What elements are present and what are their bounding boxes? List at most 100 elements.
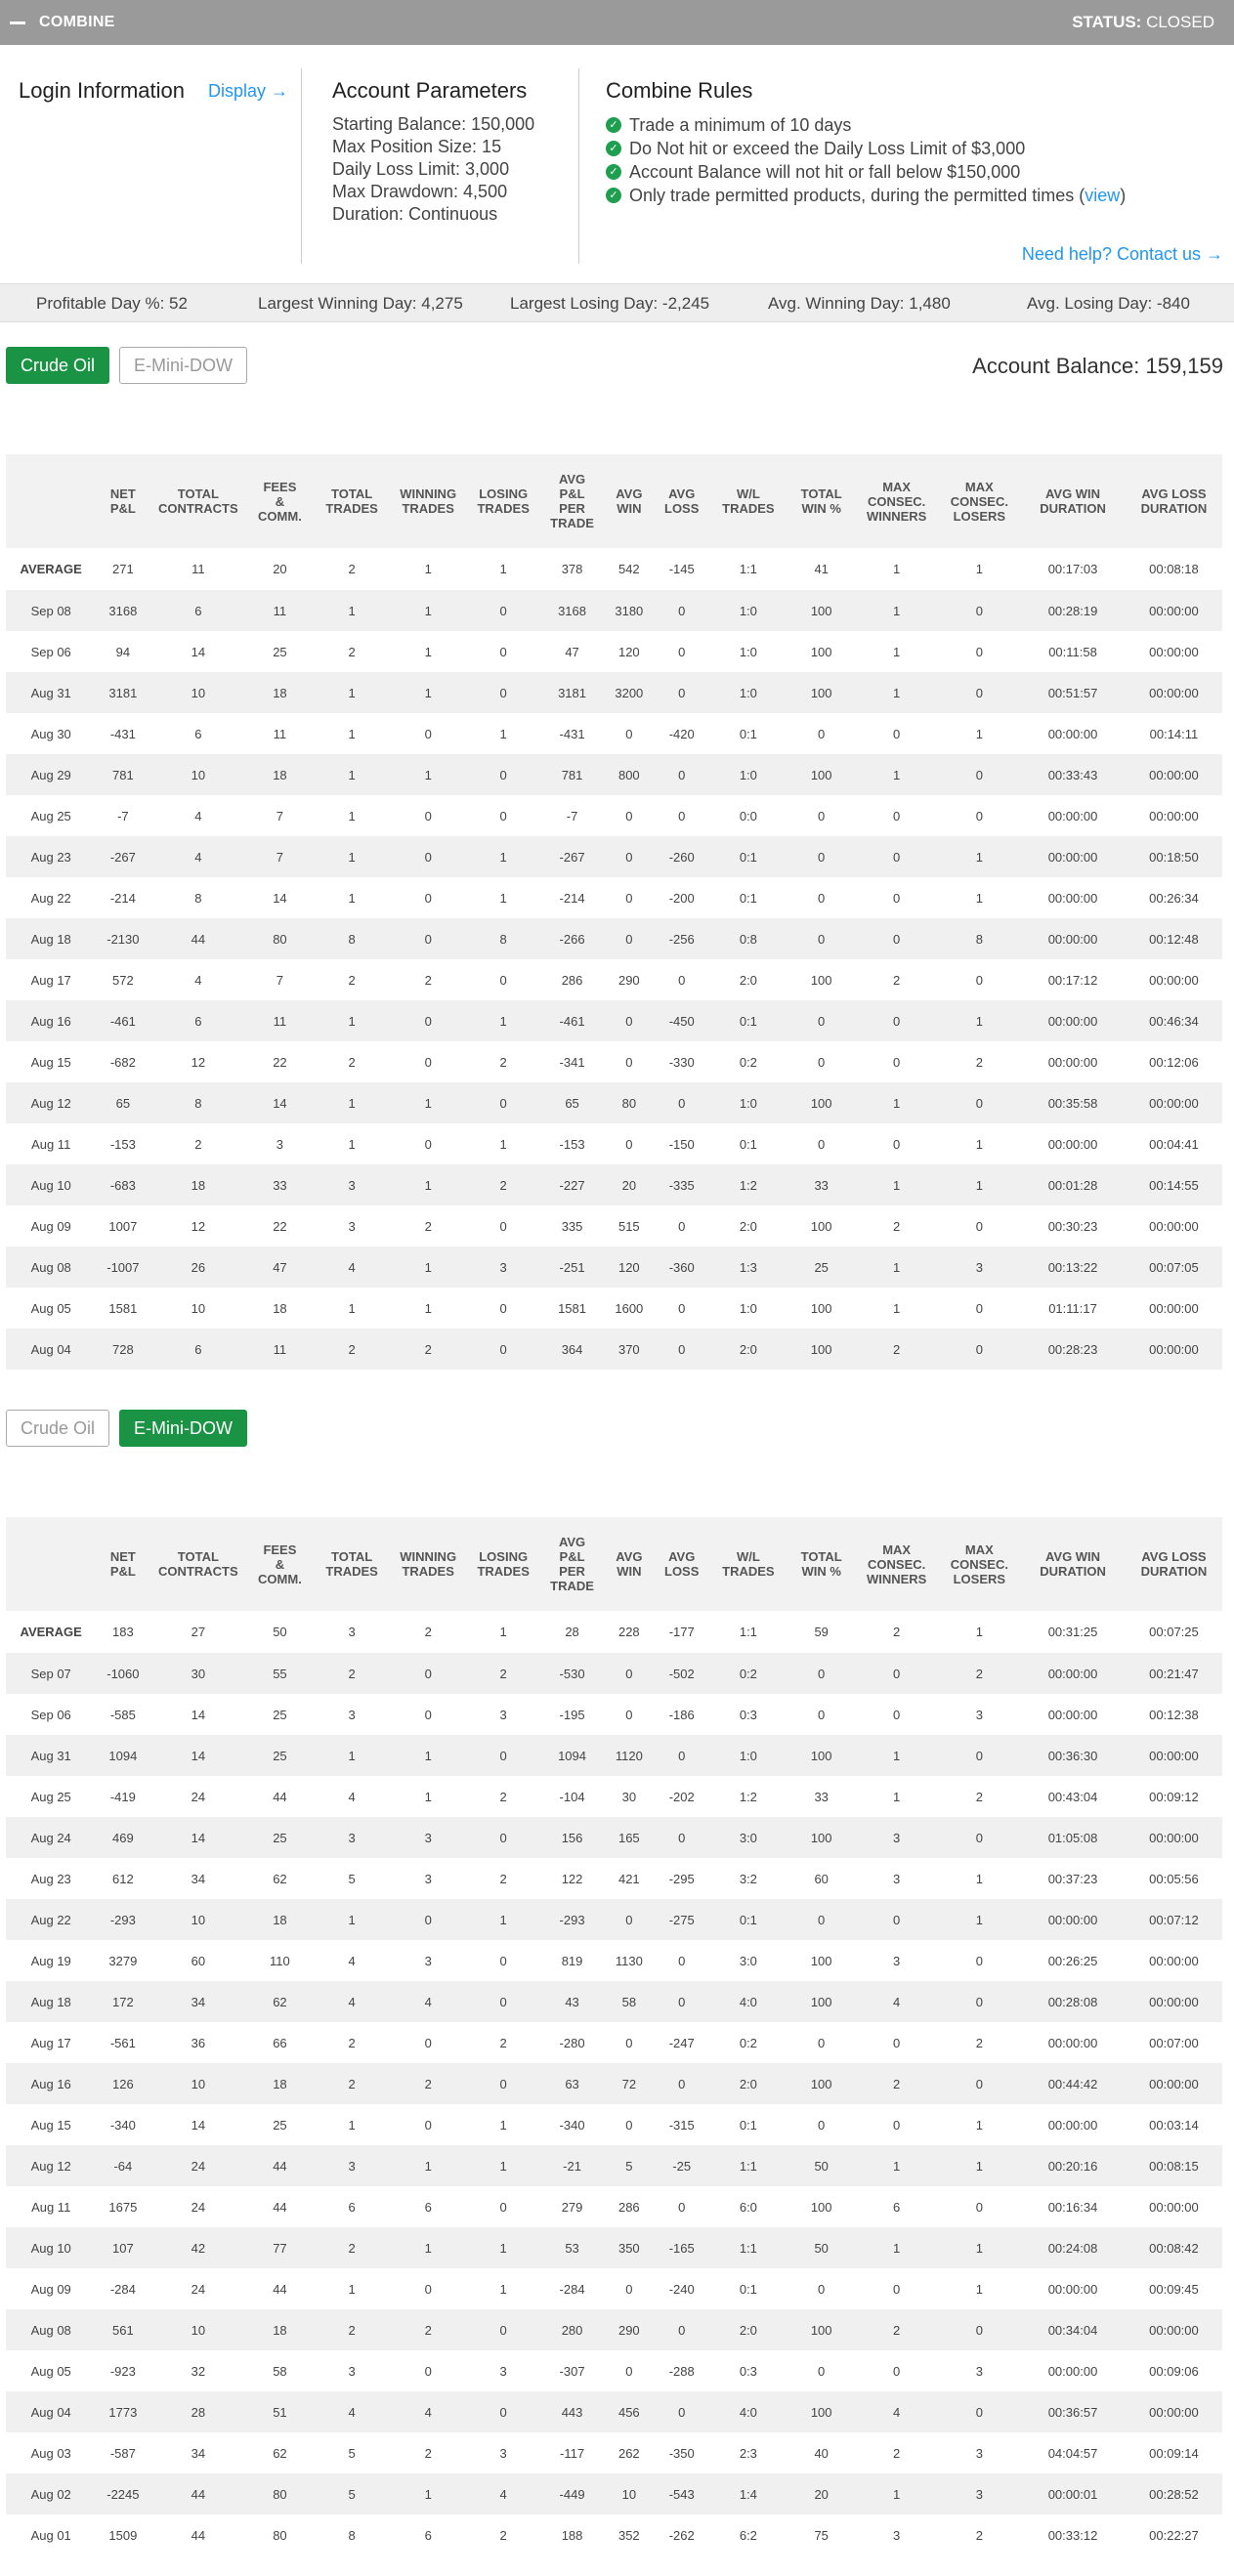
table-cell: 1:1 — [708, 2145, 788, 2186]
collapse-minus-icon[interactable] — [10, 21, 25, 24]
table-cell: 2:0 — [708, 2309, 788, 2350]
table-cell: 1 — [938, 1164, 1021, 1205]
table-cell: 58 — [603, 1981, 656, 2022]
column-header-line: MAX — [882, 1541, 912, 1557]
table-cell: 00:14:11 — [1149, 726, 1199, 741]
table-cell: 0 — [854, 1000, 939, 1041]
table-cell: 0 — [678, 972, 686, 988]
table-cell: -431 — [559, 726, 585, 741]
row-date: Aug 31 — [6, 672, 97, 713]
table-cell: 1:1 — [708, 2227, 788, 2268]
crude-oil-stats-table: NET P&L TOTAL CONTRACTS FEES & COMM. TOTAL TRADE… — [6, 454, 1222, 1370]
table-cell: 0 — [465, 672, 541, 713]
table-cell: 25 — [273, 644, 287, 659]
table-cell: 8 — [313, 918, 391, 959]
table-cell: 00:24:08 — [1020, 2227, 1126, 2268]
table-cell: -2130 — [96, 918, 150, 959]
contact-us-link[interactable]: Need help? Contact us → — [1022, 244, 1223, 265]
table-cell: 100 — [787, 2063, 855, 2104]
table-row: Aug 25 -419 24 44 4 1 2 -104 30 -202 1:2 33 1 2 00:43:… — [6, 1776, 1222, 1817]
table-cell: 1 — [465, 1899, 541, 1940]
table-cell: 126 — [96, 2063, 150, 2104]
table-cell: 10 — [149, 754, 247, 795]
table-cell: 22 — [273, 1054, 287, 1070]
table-cell: 2 — [313, 2309, 391, 2350]
table-cell: 1 — [854, 1735, 939, 1776]
table-cell: 0 — [499, 1218, 507, 1234]
table-cell: 120 — [617, 644, 640, 659]
display-login-link[interactable]: Display → — [208, 81, 288, 102]
table-cell: 1130 — [615, 1953, 643, 1968]
table-cell: 6 — [424, 2527, 432, 2543]
table-cell: 1 — [975, 726, 983, 741]
table-cell: 2 — [313, 2227, 391, 2268]
table-cell: 1007 — [108, 1218, 138, 1234]
table-cell: 0 — [424, 1707, 432, 1722]
table-cell: 0 — [424, 2035, 432, 2050]
table-cell: 819 — [561, 1953, 583, 1968]
table-cell: 0 — [465, 2063, 541, 2104]
table-cell: 11 — [246, 1329, 314, 1370]
table-cell: -153 — [559, 1136, 585, 1152]
table-cell: 1 — [348, 1136, 356, 1152]
table-cell: 4 — [149, 836, 247, 877]
row-date: Aug 29 — [6, 754, 97, 795]
combine-header[interactable]: COMBINE STATUS: CLOSED — [0, 0, 1234, 45]
table-cell: 4 — [313, 1246, 391, 1288]
tab-e-mini-dow[interactable]: E-Mini-DOW — [119, 347, 248, 384]
table-cell: 2 — [348, 1054, 356, 1070]
table-cell: 0 — [625, 808, 633, 823]
table-cell: 100 — [810, 1953, 832, 1968]
row-date: Aug 18 — [6, 1981, 97, 2022]
table-cell: 0 — [465, 1082, 541, 1123]
table-cell: 58 — [273, 2363, 287, 2379]
tab-crude-oil[interactable]: Crude Oil — [6, 1410, 110, 1447]
table-cell: 6 — [194, 726, 202, 741]
table-cell: 1 — [313, 836, 391, 877]
table-cell: -177 — [668, 1625, 695, 1639]
table-cell: -585 — [109, 1707, 136, 1722]
table-cell: 0 — [390, 918, 466, 959]
table-cell: 28 — [565, 1625, 579, 1639]
column-header-line: CONTRACTS — [158, 501, 238, 516]
table-cell: 0 — [893, 2281, 901, 2297]
table-cell: 1 — [390, 2227, 466, 2268]
stat-profitable-day: Profitable Day %: 52 — [36, 294, 188, 313]
column-header: AVG WIN — [603, 454, 656, 548]
table-cell: 1:0 — [708, 590, 788, 631]
tab-crude-oil[interactable]: Crude Oil — [6, 347, 110, 384]
table-cell: 1 — [390, 1164, 466, 1205]
table-cell: 3 — [975, 2445, 983, 2461]
table-cell: 1 — [938, 1000, 1021, 1041]
table-cell: 0 — [893, 2035, 901, 2050]
table-cell: 1 — [893, 1789, 901, 1804]
divider-1 — [301, 68, 302, 264]
table-cell: 188 — [561, 2527, 583, 2543]
table-cell: 0 — [424, 1054, 432, 1070]
table-cell: 0 — [787, 836, 855, 877]
table-cell: 2 — [465, 1653, 541, 1694]
tab-e-mini-dow[interactable]: E-Mini-DOW — [119, 1410, 248, 1447]
table-cell: -202 — [668, 1789, 695, 1804]
table-cell: 01:11:17 — [1048, 1300, 1097, 1316]
table-cell: 44 — [149, 2473, 247, 2514]
table-cell: 100 — [787, 1735, 855, 1776]
table-cell: 2 — [348, 972, 356, 988]
table-cell: 25 — [246, 1735, 314, 1776]
table-cell: 3 — [499, 1707, 507, 1722]
table-cell: 00:00:00 — [1047, 1707, 1098, 1722]
table-cell: 00:17:12 — [1047, 972, 1098, 988]
table-cell: 7 — [276, 808, 284, 823]
table-cell: 20 — [603, 1164, 656, 1205]
view-permitted-products-link[interactable]: view — [1085, 184, 1120, 207]
table-cell: 2 — [893, 2445, 901, 2461]
table-cell: 0 — [465, 1329, 541, 1370]
table-cell: 100 — [787, 590, 855, 631]
table-cell: 2 — [975, 1789, 983, 1804]
table-cell: 3:0 — [708, 1817, 788, 1858]
column-header-line: P&L — [559, 486, 585, 501]
table-row: Aug 23 612 34 62 5 3 2 122 421 -295 3:2 60 3 1 00:37:2… — [6, 1858, 1222, 1899]
row-date: Aug 05 — [30, 2363, 71, 2379]
column-header-line: COMM. — [258, 508, 302, 524]
table-cell: 0 — [390, 1653, 466, 1694]
